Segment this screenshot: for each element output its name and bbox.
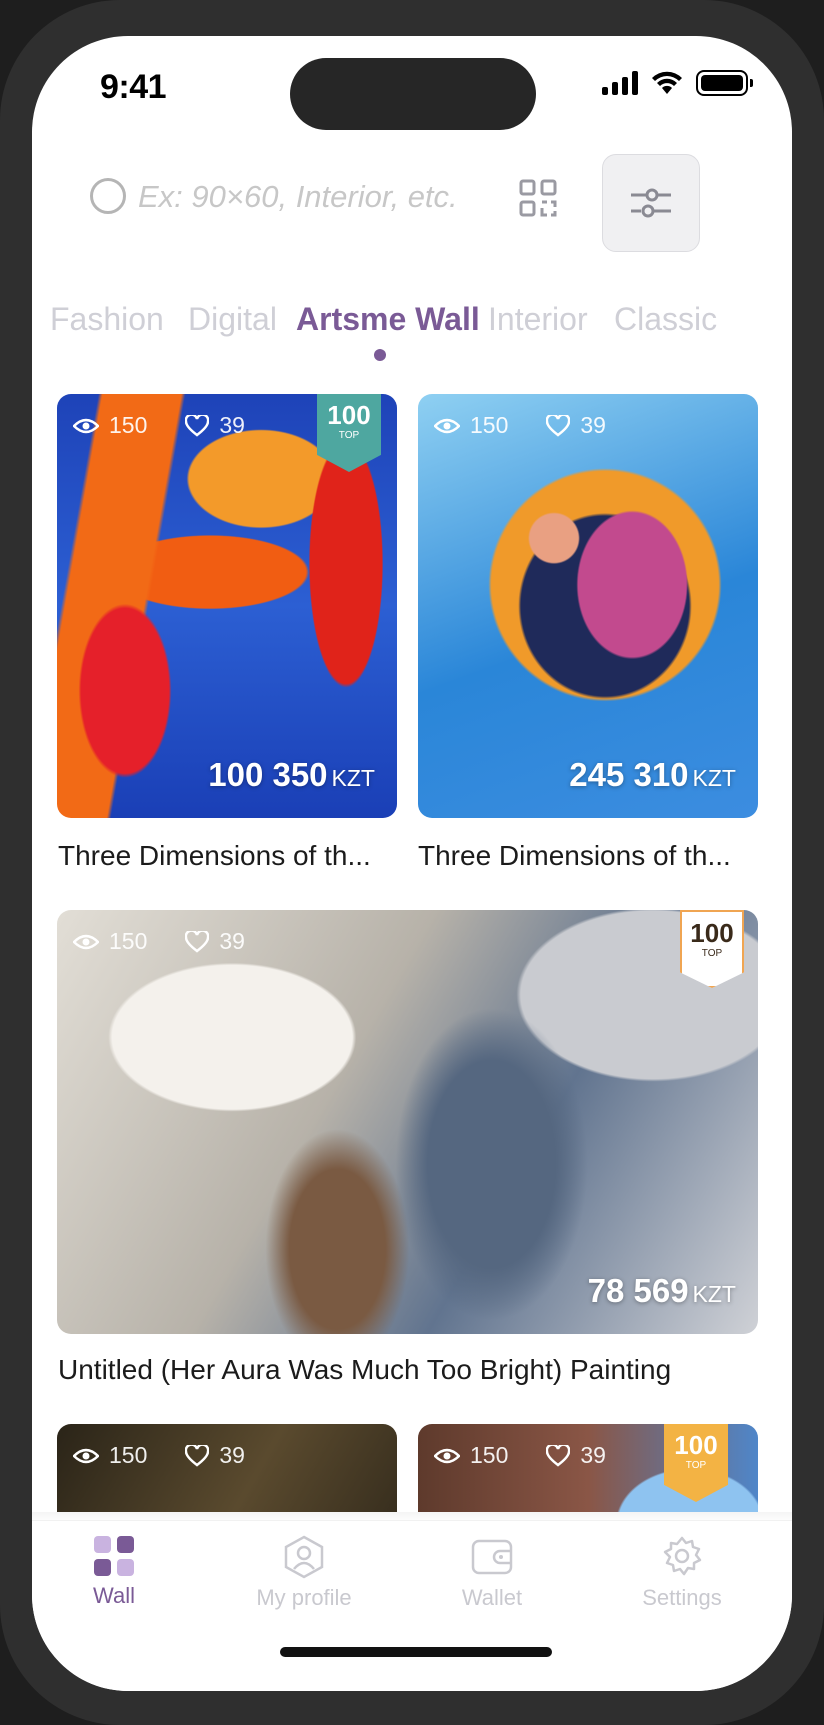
eye-icon <box>434 1448 460 1463</box>
likes-count: 39 <box>219 1442 245 1468</box>
filter-button[interactable] <box>602 154 700 252</box>
artwork-title[interactable]: Three Dimensions of th... <box>58 840 371 872</box>
heart-icon[interactable] <box>185 414 210 437</box>
likes-count: 39 <box>580 412 606 438</box>
nav-my-profile[interactable]: My profile <box>244 1535 364 1611</box>
likes-count: 39 <box>219 928 245 954</box>
views-count: 150 <box>470 412 509 438</box>
price: 78 569 KZT <box>587 1272 736 1309</box>
tab-digital[interactable]: Digital <box>188 301 277 338</box>
eye-icon <box>73 1448 99 1463</box>
artwork-card[interactable]: 150 39 245 310 KZT <box>418 394 758 818</box>
tab-artsme-wall[interactable]: Artsme Wall <box>296 301 480 338</box>
artwork-card[interactable]: 150 39 100 TOP 78 569 KZT <box>57 910 758 1334</box>
profile-icon <box>284 1535 324 1579</box>
price: 245 310 KZT <box>569 756 736 793</box>
wallet-icon <box>471 1539 513 1575</box>
battery-icon <box>696 70 753 96</box>
nav-settings[interactable]: Settings <box>622 1535 742 1611</box>
views-count: 150 <box>109 1442 148 1468</box>
artwork-title[interactable]: Untitled (Her Aura Was Much Too Bright) … <box>58 1354 671 1386</box>
eye-icon <box>434 418 460 433</box>
bottom-nav: Wall My profile Wallet Settings <box>32 1520 792 1691</box>
top-100-badge: 100 TOP <box>317 394 381 472</box>
card-stats: 150 39 <box>434 1442 606 1469</box>
search-icon <box>90 178 126 214</box>
grid-icon <box>94 1536 134 1576</box>
tab-classic[interactable]: Classic <box>614 301 717 338</box>
heart-icon[interactable] <box>546 414 571 437</box>
search-bar <box>32 154 792 258</box>
status-icons <box>602 70 753 96</box>
likes-count: 39 <box>219 412 245 438</box>
tab-interior[interactable]: Interior <box>488 301 588 338</box>
heart-icon[interactable] <box>185 930 210 953</box>
dynamic-island <box>290 58 536 130</box>
card-stats: 150 39 <box>73 928 245 955</box>
card-stats: 150 39 <box>73 412 245 439</box>
likes-count: 39 <box>580 1442 606 1468</box>
artwork-card[interactable]: 150 39 100 TOP 100 350 KZT <box>57 394 397 818</box>
home-indicator[interactable] <box>280 1647 552 1657</box>
search-input[interactable] <box>138 170 518 224</box>
sliders-icon <box>631 188 671 218</box>
eye-icon <box>73 934 99 949</box>
tab-fashion[interactable]: Fashion <box>50 301 164 338</box>
views-count: 150 <box>470 1442 509 1468</box>
app-screen: 9:41 Ex: 90×60, Interior, etc. Fashion D… <box>32 36 792 1691</box>
active-tab-indicator <box>374 349 386 361</box>
settings-icon <box>663 1536 702 1576</box>
nav-wallet[interactable]: Wallet <box>432 1535 552 1611</box>
eye-icon <box>73 418 99 433</box>
card-stats: 150 39 <box>73 1442 245 1469</box>
wifi-icon <box>652 71 682 94</box>
views-count: 150 <box>109 928 148 954</box>
price: 100 350 KZT <box>208 756 375 793</box>
heart-icon[interactable] <box>546 1444 571 1467</box>
heart-icon[interactable] <box>185 1444 210 1467</box>
qr-scan-icon[interactable] <box>518 178 558 218</box>
card-stats: 150 39 <box>434 412 606 439</box>
top-100-badge: 100 TOP <box>664 1424 728 1502</box>
nav-wall[interactable]: Wall <box>54 1535 174 1609</box>
top-100-badge: 100 TOP <box>680 910 744 988</box>
artwork-title[interactable]: Three Dimensions of th... <box>418 840 731 872</box>
cellular-signal-icon <box>602 71 638 95</box>
views-count: 150 <box>109 412 148 438</box>
status-time: 9:41 <box>100 68 167 106</box>
